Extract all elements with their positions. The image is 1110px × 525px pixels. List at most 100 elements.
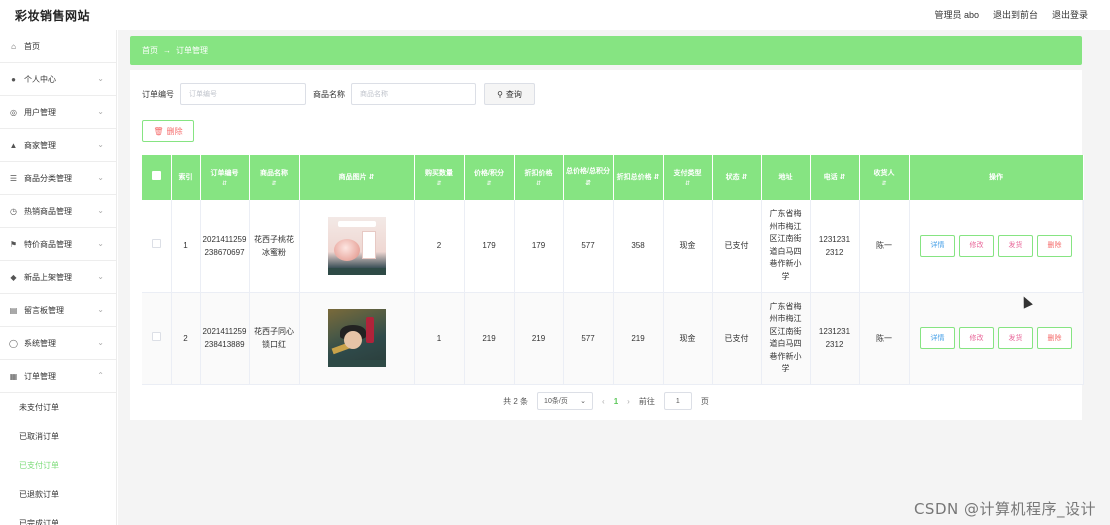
column-header[interactable]: 电话 ⇵ (810, 155, 860, 200)
goto-label: 前往 (638, 396, 655, 406)
sidebar-item-home[interactable]: ⌂ 首页 (0, 30, 116, 63)
ship-button[interactable]: 发货 (998, 327, 1033, 349)
order-no-input[interactable] (180, 83, 306, 105)
sort-icon[interactable]: ⇵ (417, 180, 462, 188)
table-header-row: 索引 订单编号 ⇵ 商品名称 ⇵ 商品图片 ⇵ 购买数量 ⇵ 价格/积分 ⇵ 折扣价格 ⇵… (142, 155, 1084, 200)
orders-table-wrapper: 索引 订单编号 ⇵ 商品名称 ⇵ 商品图片 ⇵ 购买数量 ⇵ 价格/积分 ⇵ 折扣价格 ⇵… (142, 155, 1084, 385)
sidebar-item-profile[interactable]: ● 个人中心 ⌄ (0, 63, 116, 96)
sidebar-item-orders[interactable]: ▦ 订单管理 ⌃ (0, 360, 116, 393)
sort-icon[interactable]: ⇵ (742, 174, 748, 181)
query-button[interactable]: ⚲ 查询 (484, 83, 535, 105)
sidebar-item-categories[interactable]: ☰ 商品分类管理 ⌄ (0, 162, 116, 195)
edit-button[interactable]: 修改 (959, 234, 994, 257)
sort-icon[interactable]: ⇵ (652, 174, 660, 181)
sidebar-item-messages[interactable]: ▤ 留言板管理 ⌄ (0, 294, 116, 327)
user-icon: ● (11, 74, 16, 84)
sidebar-item-merchants[interactable]: ▲ 商家管理 ⌄ (0, 129, 116, 162)
phone-cell: 12312312312 (810, 200, 860, 293)
delete-button[interactable]: 删除 (1037, 327, 1072, 349)
sidebar: ⌂ 首页 ● 个人中心 ⌄ ◎ 用户管理 ⌄ ▲ 商家管理 ⌄ ☰ 商品分类管理… (0, 30, 117, 525)
page-size-select[interactable]: 10条/页 ⌄ (537, 392, 594, 410)
logout-link[interactable]: 退出登录 (1052, 8, 1088, 21)
chevron-down-icon: ⌄ (97, 173, 104, 182)
sort-icon[interactable]: ⇵ (666, 180, 710, 188)
column-header[interactable]: 商品名称 ⇵ (249, 155, 300, 200)
pagination: 共 2 条 10条/页 ⌄ ‹ 1 › 前往 页 (130, 392, 1082, 410)
discount-total-cell: 219 (613, 292, 664, 385)
sidebar-item-label: 个人中心 (24, 74, 56, 84)
sidebar-item-system[interactable]: ◯ 系统管理 ⌄ (0, 327, 116, 360)
sidebar-item-special-price[interactable]: ⚑ 特价商品管理 ⌄ (0, 228, 116, 261)
page-suffix: 页 (700, 396, 709, 406)
prev-page-icon[interactable]: ‹ (602, 397, 605, 406)
order-no-cell: 2021411259238670697 (200, 200, 250, 293)
status-cell: 已支付 (712, 292, 762, 385)
column-header[interactable]: 购买数量 ⇵ (414, 155, 465, 200)
edit-button[interactable]: 修改 (959, 327, 994, 349)
product-name-cell: 花西子同心锁口红 (249, 292, 300, 385)
submenu-paid-orders[interactable]: 已支付订单 (0, 451, 116, 480)
price-cell: 219 (464, 292, 515, 385)
column-header: 索引 (171, 155, 201, 200)
sort-icon[interactable]: ⇵ (840, 174, 846, 181)
column-header[interactable]: 总价格/总积分 ⇵ (563, 155, 614, 200)
sort-icon[interactable]: ⇵ (252, 180, 297, 188)
column-header: 地址 (761, 155, 811, 200)
sort-icon[interactable]: ⇵ (467, 180, 512, 188)
sidebar-item-hot-products[interactable]: ◷ 热销商品管理 ⌄ (0, 195, 116, 228)
column-header[interactable]: 价格/积分 ⇵ (464, 155, 515, 200)
select-all-header[interactable] (142, 155, 172, 200)
sort-icon[interactable]: ⇵ (203, 180, 247, 188)
row-checkbox[interactable] (151, 331, 161, 341)
column-header[interactable]: 状态 ⇵ (712, 155, 762, 200)
top-actions: 管理员 abo 退出到前台 退出登录 (934, 8, 1088, 21)
admin-name: 管理员 abo (934, 10, 979, 20)
sidebar-item-users[interactable]: ◎ 用户管理 ⌄ (0, 96, 116, 129)
next-page-icon[interactable]: › (627, 397, 630, 406)
select-all-checkbox[interactable] (151, 170, 161, 180)
store-icon: ▲ (9, 140, 18, 150)
column-header[interactable]: 收货人 ⇵ (859, 155, 910, 200)
to-front-link[interactable]: 退出到前台 (993, 8, 1038, 21)
sort-icon[interactable]: ⇵ (585, 180, 591, 187)
column-header[interactable]: 支付类型 ⇵ (663, 155, 713, 200)
home-icon: ⌂ (11, 41, 16, 51)
sidebar-item-new-arrivals[interactable]: ◆ 新品上架管理 ⌄ (0, 261, 116, 294)
page-number[interactable]: 1 (614, 397, 618, 406)
product-image (327, 309, 386, 367)
sort-icon[interactable]: ⇵ (369, 174, 375, 181)
detail-button[interactable]: 详情 (920, 327, 955, 349)
ship-button[interactable]: 发货 (998, 234, 1033, 257)
sidebar-item-label: 订单管理 (24, 371, 56, 381)
submenu-completed-orders[interactable]: 已完成订单 (0, 509, 116, 525)
column-header[interactable]: 商品图片 ⇵ (299, 155, 415, 200)
sort-icon[interactable]: ⇵ (517, 180, 561, 188)
submenu-refunded-orders[interactable]: 已退款订单 (0, 480, 116, 509)
column-header[interactable]: 折扣价格 ⇵ (514, 155, 564, 200)
row-select-cell[interactable] (142, 200, 172, 293)
submenu-cancelled-orders[interactable]: 已取消订单 (0, 422, 116, 451)
total-count: 共 2 条 (503, 396, 529, 406)
chevron-down-icon: ⌄ (580, 398, 587, 405)
sort-icon[interactable]: ⇵ (862, 180, 907, 188)
users-icon: ◎ (10, 107, 17, 117)
breadcrumb-home[interactable]: 首页 (142, 45, 158, 56)
product-name-input[interactable] (351, 83, 476, 105)
row-select-cell[interactable] (142, 292, 172, 385)
query-button-label: 查询 (505, 89, 522, 99)
detail-button[interactable]: 详情 (920, 234, 955, 257)
delete-button[interactable]: 删除 (1037, 234, 1072, 257)
row-checkbox[interactable] (151, 239, 161, 249)
submenu-unpaid-orders[interactable]: 未支付订单 (0, 393, 116, 422)
product-name-label: 商品名称 (313, 89, 345, 99)
table-row: 2 2021411259238413889 花西子同心锁口红 1 219 219… (142, 292, 1084, 385)
index-cell: 2 (171, 292, 201, 385)
column-header[interactable]: 折扣总价格 ⇵ (613, 155, 664, 200)
chevron-down-icon: ⌄ (97, 140, 104, 149)
batch-delete-button[interactable]: 🗑 删除 (142, 120, 194, 142)
goto-page-input[interactable] (663, 392, 692, 410)
orders-panel: 订单编号 商品名称 ⚲ 查询 🗑 删除 索引 (130, 70, 1084, 420)
order-no-label: 订单编号 (142, 89, 174, 99)
sidebar-item-label: 系统管理 (24, 338, 56, 348)
column-header[interactable]: 订单编号 ⇵ (200, 155, 250, 200)
